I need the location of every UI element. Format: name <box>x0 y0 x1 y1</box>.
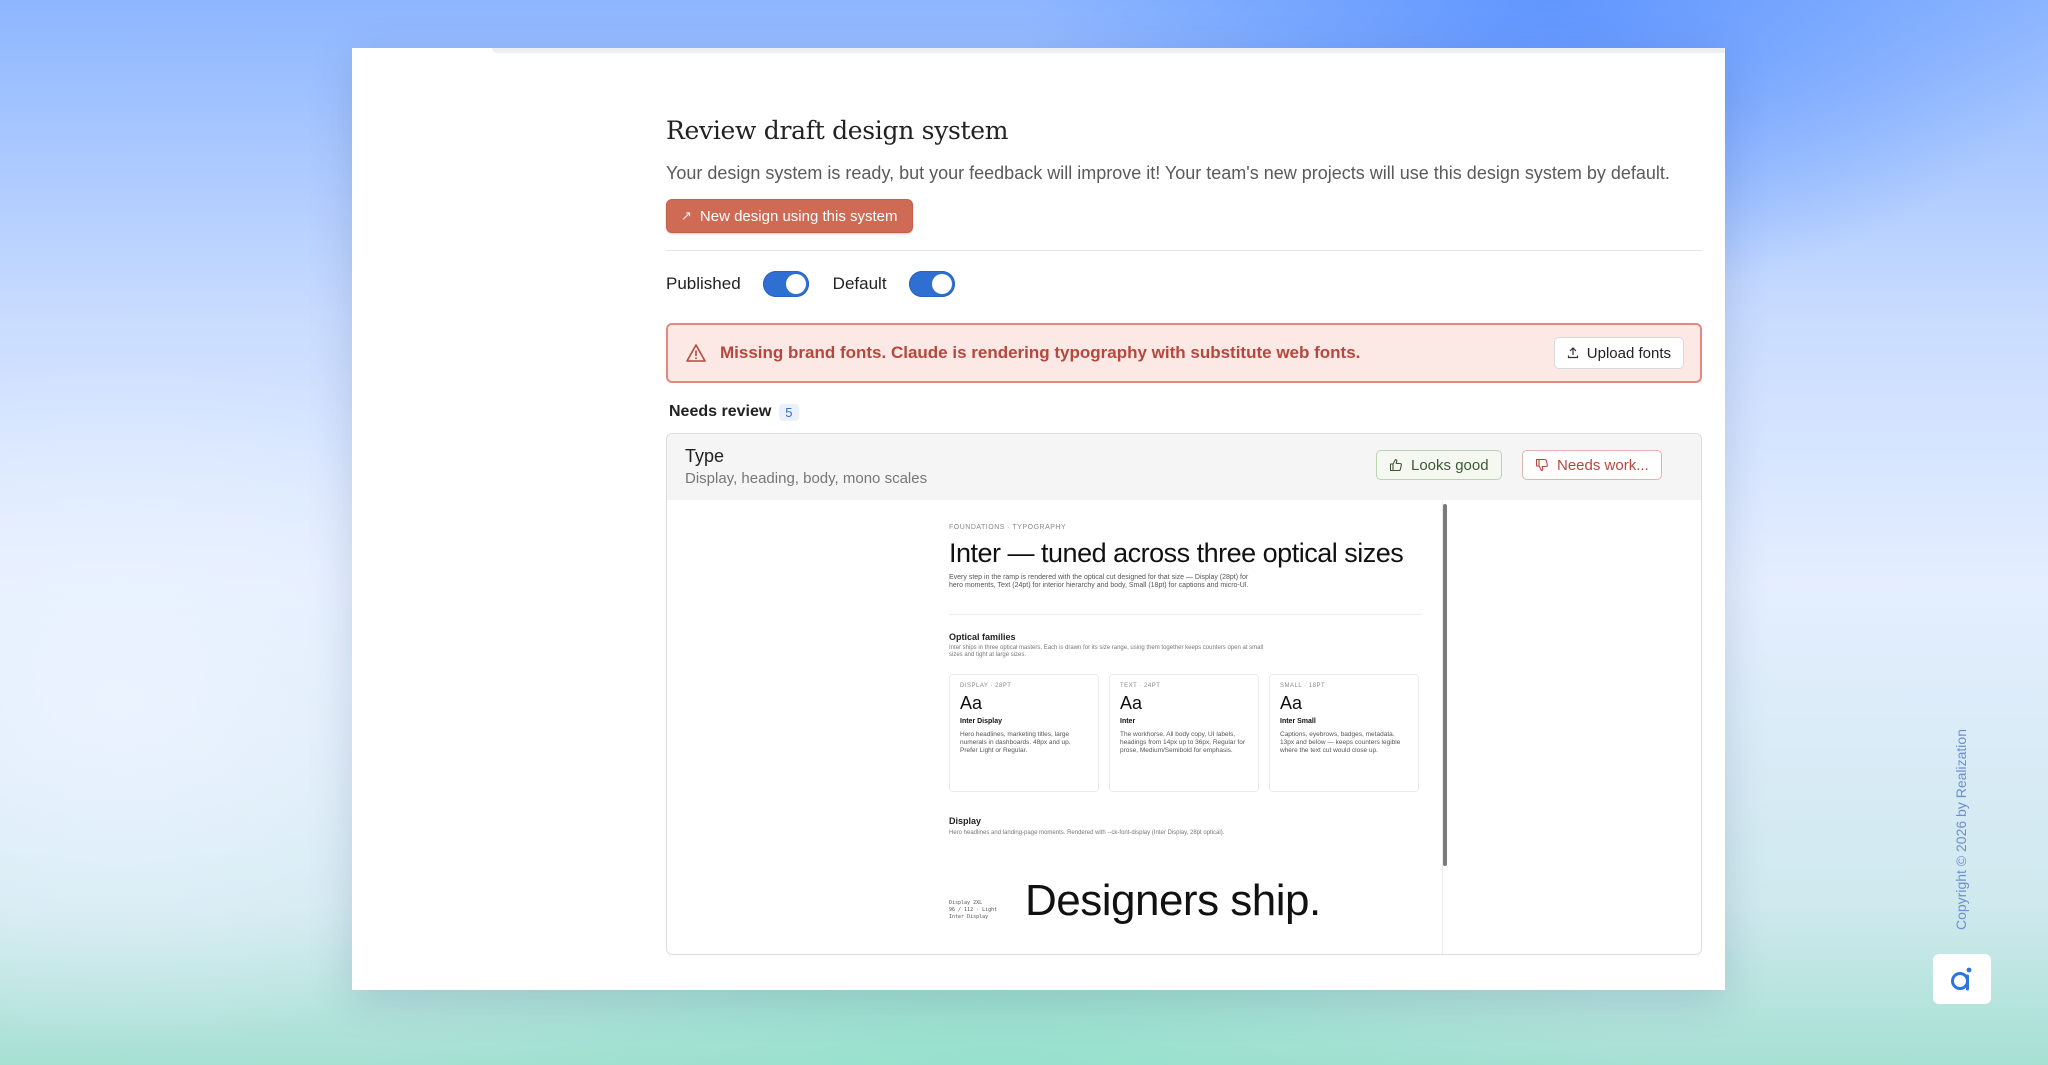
family-label: SMALL · 18PT <box>1280 683 1326 689</box>
family-sample: Aa <box>960 693 983 713</box>
needs-work-label: Needs work... <box>1557 456 1649 474</box>
display-meta-size: 96 / 112 · Light <box>949 907 998 913</box>
realization-logo <box>1933 954 1991 1004</box>
display-sample: Designers ship. <box>1025 876 1321 925</box>
toggle-knob <box>931 274 952 294</box>
family-desc: Hero headlines, marketing titles, large … <box>960 731 1071 754</box>
new-design-button[interactable]: ↗ New design using this system <box>666 199 913 233</box>
upload-icon <box>1567 347 1578 359</box>
family-card-display: DISPLAY · 28PT Aa Inter Display Hero hea… <box>949 674 1099 792</box>
type-review-card: Type Display, heading, body, mono scales… <box>666 433 1702 955</box>
preview-scrollbar[interactable] <box>1443 504 1447 866</box>
realization-logo-icon <box>1951 967 1972 991</box>
default-toggle[interactable] <box>908 271 955 297</box>
family-sample: Aa <box>1280 693 1303 713</box>
display-meta: Display 2XL 96 / 112 · Light Inter Displ… <box>949 900 997 921</box>
looks-good-button[interactable]: Looks good <box>1376 450 1502 480</box>
family-name: Inter <box>1120 718 1136 725</box>
type-preview-frame[interactable]: FOUNDATIONS · TYPOGRAPHY Inter — tuned a… <box>667 500 1701 954</box>
new-design-button-label: New design using this system <box>699 207 898 225</box>
display-meta-family: Inter Display <box>949 914 989 920</box>
families-desc: Inter ships in three optical masters. Ea… <box>949 645 1264 658</box>
needs-review-count: 5 <box>779 403 799 421</box>
needs-review-header: Needs review 5 <box>666 403 1702 421</box>
copyright-text: Copyright © 2026 by Realization <box>1953 729 1969 930</box>
families-title: Optical families <box>949 632 1016 642</box>
default-label: Default <box>832 274 887 293</box>
family-card-text: TEXT · 24PT Aa Inter The workhorse. All … <box>1109 674 1259 792</box>
preview-intro: Every step in the ramp is rendered with … <box>949 574 1249 589</box>
main-content: Review draft design system Your design s… <box>666 116 1702 955</box>
family-label: DISPLAY · 28PT <box>960 683 1012 689</box>
card-header: Type Display, heading, body, mono scales… <box>667 434 1701 501</box>
family-desc: Captions, eyebrows, badges, metadata. 13… <box>1280 731 1401 754</box>
published-toggle[interactable] <box>762 271 809 297</box>
needs-review-label: Needs review <box>669 403 772 420</box>
warning-icon <box>686 344 706 362</box>
family-label: TEXT · 24PT <box>1120 683 1161 689</box>
family-name: Inter Display <box>960 718 1003 725</box>
looks-good-label: Looks good <box>1411 456 1489 474</box>
display-desc: Hero headlines and landing-page moments.… <box>949 830 1225 836</box>
preview-eyebrow: FOUNDATIONS · TYPOGRAPHY <box>949 524 1067 531</box>
display-title: Display <box>949 816 982 826</box>
top-strip <box>492 48 1725 53</box>
page-description: Your design system is ready, but your fe… <box>666 163 1670 183</box>
page-title: Review draft design system <box>666 116 1009 145</box>
card-subtitle: Display, heading, body, mono scales <box>685 470 928 487</box>
family-card-small: SMALL · 18PT Aa Inter Small Captions, ey… <box>1269 674 1419 792</box>
toggle-knob <box>785 274 806 294</box>
upload-fonts-button[interactable]: Upload fonts <box>1553 337 1684 369</box>
needs-work-button[interactable]: Needs work... <box>1522 450 1662 480</box>
toggle-row: Published Default <box>666 269 1702 299</box>
arrow-up-right-icon: ↗ <box>681 208 692 223</box>
app-window: Review draft design system Your design s… <box>352 48 1725 990</box>
card-title: Type <box>685 446 725 466</box>
display-meta-name: Display 2XL <box>949 900 983 906</box>
thumbs-up-icon <box>1389 458 1402 472</box>
missing-fonts-alert: Missing brand fonts. Claude is rendering… <box>666 323 1702 383</box>
published-label: Published <box>666 274 741 293</box>
alert-message: Missing brand fonts. Claude is rendering… <box>720 343 1361 362</box>
family-sample: Aa <box>1120 693 1143 713</box>
family-name: Inter Small <box>1280 718 1316 725</box>
preview-divider <box>949 614 1422 615</box>
family-desc: The workhorse. All body copy, UI labels,… <box>1120 731 1246 754</box>
preview-heading: Inter — tuned across three optical sizes <box>949 538 1404 568</box>
divider <box>666 250 1702 251</box>
thumbs-down-icon <box>1535 458 1548 472</box>
upload-fonts-label: Upload fonts <box>1586 344 1671 362</box>
